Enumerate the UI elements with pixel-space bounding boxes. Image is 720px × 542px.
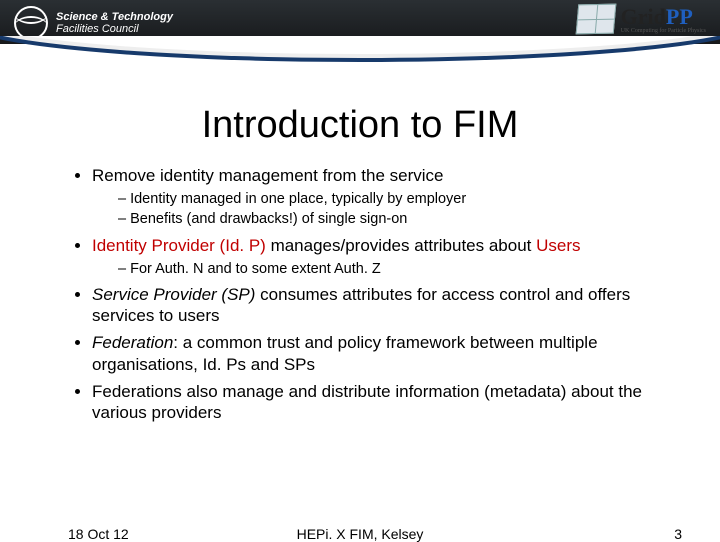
header-swoosh xyxy=(0,36,720,66)
gridpp-tagline: UK Computing for Particle Physics xyxy=(621,28,706,34)
bullet-4: Federation: a common trust and policy fr… xyxy=(92,332,666,375)
stfc-globe-icon xyxy=(14,6,48,40)
gridpp-logo: GridPP UK Computing for Particle Physics xyxy=(577,4,706,34)
gridpp-logo-text: GridPP UK Computing for Particle Physics xyxy=(621,4,706,34)
stfc-logo: Science & Technology Facilities Council xyxy=(14,6,173,40)
bullet-1-sub-1: Identity managed in one place, typically… xyxy=(118,190,666,208)
stfc-line1: Science & Technology xyxy=(56,11,173,23)
stfc-logo-text: Science & Technology Facilities Council xyxy=(56,11,173,35)
slide-title: Introduction to FIM xyxy=(0,104,720,147)
bullet-3: Service Provider (SP) consumes attribute… xyxy=(92,284,666,327)
gridpp-name: GridPP xyxy=(621,4,693,29)
bullet-list: Remove identity management from the serv… xyxy=(70,165,666,423)
bullet-2-sub-1: For Auth. N and to some extent Auth. Z xyxy=(118,260,666,278)
bullet-1-sublist: Identity managed in one place, typically… xyxy=(92,190,666,228)
bullet-2-mid: manages/provides attributes about xyxy=(266,236,536,255)
bullet-1: Remove identity management from the serv… xyxy=(92,165,666,229)
bullet-3-sp: Service Provider (SP) xyxy=(92,285,255,304)
header-bar: Science & Technology Facilities Council … xyxy=(0,0,720,60)
bullet-4-fed: Federation xyxy=(92,333,173,352)
bullet-5: Federations also manage and distribute i… xyxy=(92,381,666,424)
slide-body: Remove identity management from the serv… xyxy=(0,165,720,423)
bullet-1-sub-2: Benefits (and drawbacks!) of single sign… xyxy=(118,210,666,228)
bullet-2-users: Users xyxy=(536,236,580,255)
grid-icon xyxy=(575,4,616,35)
bullet-1-text: Remove identity management from the serv… xyxy=(92,166,444,185)
bullet-2: Identity Provider (Id. P) manages/provid… xyxy=(92,235,666,278)
bullet-2-sublist: For Auth. N and to some extent Auth. Z xyxy=(92,260,666,278)
stfc-line2: Facilities Council xyxy=(56,23,173,35)
bullet-2-idp: Identity Provider (Id. P) xyxy=(92,236,266,255)
